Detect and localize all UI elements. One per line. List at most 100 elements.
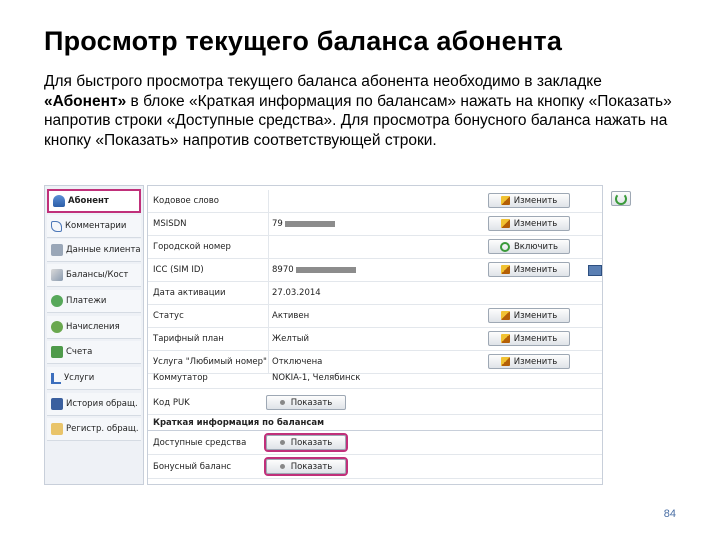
sidebar-item-bills[interactable]: Счета xyxy=(47,341,141,364)
balance-icon xyxy=(51,269,63,281)
field-label: Доступные средства xyxy=(153,438,247,448)
sidebar-item-label: Комментарии xyxy=(65,221,127,231)
description-part-1: Для быстрого просмотра текущего баланса … xyxy=(44,73,602,90)
field-label: ICC (SIM ID) xyxy=(153,265,204,275)
field-label: Кодовое слово xyxy=(153,196,219,206)
sidebar-item-balances[interactable]: Балансы/Кост xyxy=(47,264,141,287)
edit-status-button[interactable]: Изменить xyxy=(488,308,570,323)
sidebar-item-label: История обращ. xyxy=(66,399,138,409)
sidebar: Абонент Комментарии Данные клиента Балан… xyxy=(44,185,144,485)
edit-favorite-number-button[interactable]: Изменить xyxy=(488,354,570,369)
sidebar-item-payments[interactable]: Платежи xyxy=(47,290,141,313)
field-row-code-word: Кодовое слово Изменить xyxy=(148,190,602,213)
field-label: Услуга "Любимый номер" xyxy=(153,357,267,367)
redaction-bar xyxy=(295,266,356,273)
edit-code-word-button[interactable]: Изменить xyxy=(488,193,570,208)
services-icon xyxy=(51,372,61,384)
field-row-tariff-plan: Тарифный план Желтый Изменить xyxy=(148,328,602,351)
register-icon xyxy=(51,423,63,435)
field-label: Коммутатор xyxy=(153,373,208,383)
slide-description: Для быстрого просмотра текущего баланса … xyxy=(44,72,684,150)
sidebar-item-comments[interactable]: Комментарии xyxy=(47,215,141,238)
pencil-icon xyxy=(500,265,510,274)
dot-icon xyxy=(279,400,285,405)
field-value: Отключена xyxy=(272,357,323,367)
pencil-icon xyxy=(500,219,510,228)
field-label: Бонусный баланс xyxy=(153,462,232,472)
comment-icon xyxy=(51,220,62,232)
sidebar-item-label: Услуги xyxy=(64,373,95,383)
edit-icc-button[interactable]: Изменить xyxy=(488,262,570,277)
charges-icon xyxy=(51,321,63,333)
sidebar-item-charges[interactable]: Начисления xyxy=(47,316,141,339)
icc-value: 8970 xyxy=(272,265,294,275)
section-title: Краткая информация по балансам xyxy=(153,418,325,428)
edit-msisdn-button[interactable]: Изменить xyxy=(488,216,570,231)
sidebar-item-services[interactable]: Услуги xyxy=(47,367,141,390)
power-icon xyxy=(499,241,510,252)
page-number: 84 xyxy=(663,508,676,520)
show-available-balance-button[interactable]: Показать xyxy=(264,433,348,452)
balance-row-bonus: Бонусный баланс Показать xyxy=(148,456,602,479)
edit-tariff-plan-button[interactable]: Изменить xyxy=(488,331,570,346)
field-value: 27.03.2014 xyxy=(272,288,321,298)
button-label: Изменить xyxy=(513,356,558,367)
button-label: Изменить xyxy=(513,195,558,206)
show-bonus-balance-button[interactable]: Показать xyxy=(264,457,348,476)
show-puk-button[interactable]: Показать xyxy=(266,395,346,410)
field-row-status: Статус Активен Изменить xyxy=(148,305,602,328)
field-row-switch: Коммутатор NOKIA-1, Челябинск xyxy=(148,370,602,389)
dot-icon xyxy=(279,464,285,469)
field-row-activation-date: Дата активации 27.03.2014 xyxy=(148,282,602,305)
field-value: 8970 xyxy=(272,265,356,275)
subscriber-info-panel: Кодовое слово Изменить MSISDN 79 Изменит… xyxy=(147,185,603,485)
pencil-icon xyxy=(500,357,510,366)
field-label: Статус xyxy=(153,311,184,321)
sidebar-item-client-data[interactable]: Данные клиента xyxy=(47,239,141,262)
pencil-icon xyxy=(500,334,510,343)
description-tab-name: «Абонент» xyxy=(44,92,127,110)
balance-row-available: Доступные средства Показать xyxy=(148,432,602,455)
field-value: Активен xyxy=(272,311,310,321)
field-label: Городской номер xyxy=(153,242,231,252)
sidebar-item-label: Данные клиента xyxy=(66,245,141,255)
subscriber-screenshot: Абонент Комментарии Данные клиента Балан… xyxy=(44,185,634,485)
enable-city-number-button[interactable]: Включить xyxy=(488,239,570,254)
field-row-puk: Код PUK Показать xyxy=(148,392,602,415)
field-row-city-number: Городской номер Включить xyxy=(148,236,602,259)
button-label: Изменить xyxy=(513,218,558,229)
sidebar-item-label: Начисления xyxy=(66,322,120,332)
redaction-bar xyxy=(284,220,335,227)
sidebar-item-history[interactable]: История обращ. xyxy=(47,393,141,416)
field-label: MSISDN xyxy=(153,219,187,229)
button-label: Показать xyxy=(290,461,333,472)
refresh-button[interactable] xyxy=(611,191,631,206)
field-value: Желтый xyxy=(272,334,310,344)
button-label: Изменить xyxy=(513,264,558,275)
slide-title: Просмотр текущего баланса абонента xyxy=(44,26,563,56)
monitor-icon[interactable] xyxy=(588,265,602,276)
dot-icon xyxy=(279,440,285,445)
bills-icon xyxy=(51,346,63,358)
payments-icon xyxy=(51,295,63,307)
field-label: Код PUK xyxy=(153,398,190,408)
field-label: Дата активации xyxy=(153,288,226,298)
field-row-icc: ICC (SIM ID) 8970 Изменить xyxy=(148,259,602,282)
refresh-icon xyxy=(615,192,627,205)
sidebar-item-label: Регистр. обращ. xyxy=(66,424,139,434)
client-data-icon xyxy=(51,244,63,256)
description-part-2: в блоке «Краткая информация по балансам»… xyxy=(44,92,672,149)
balance-section-header: Краткая информация по балансам xyxy=(148,416,602,431)
sidebar-item-register[interactable]: Регистр. обращ. xyxy=(47,418,141,441)
pencil-icon xyxy=(500,311,510,320)
sidebar-item-label: Счета xyxy=(66,347,93,357)
msisdn-value: 79 xyxy=(272,219,283,229)
field-value: NOKIA-1, Челябинск xyxy=(272,373,361,383)
user-icon xyxy=(53,195,65,207)
field-label: Тарифный план xyxy=(153,334,224,344)
sidebar-item-label: Платежи xyxy=(66,296,107,306)
history-icon xyxy=(51,398,63,410)
button-label: Включить xyxy=(513,241,559,252)
sidebar-item-subscriber[interactable]: Абонент xyxy=(47,189,141,213)
button-label: Изменить xyxy=(513,333,558,344)
